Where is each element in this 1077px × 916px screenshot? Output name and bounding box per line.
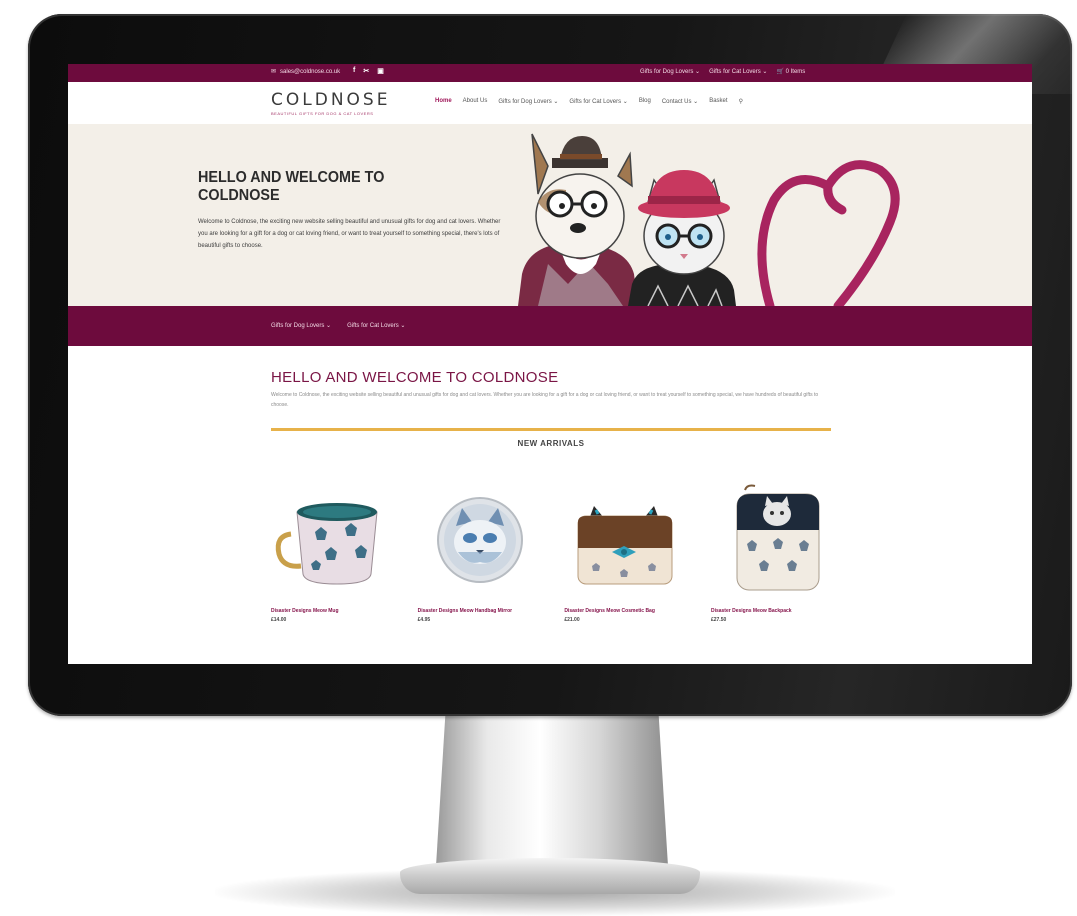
nav-gifts-dog-lovers[interactable]: Gifts for Dog Lovers ⌄: [498, 98, 558, 105]
product-card[interactable]: Disaster Designs Meow Backpack £27.50: [711, 482, 831, 623]
email-text: sales@coldnose.co.uk: [280, 68, 341, 75]
instagram-icon[interactable]: ▣: [377, 67, 384, 75]
monitor-stand-neck: [436, 716, 668, 866]
product-image-mirror[interactable]: [418, 482, 538, 592]
welcome-text: Welcome to Coldnose, the exciting websit…: [271, 392, 819, 408]
top-bar-email[interactable]: ✉ sales@coldnose.co.uk: [271, 68, 341, 76]
product-price: £14.00: [271, 617, 287, 623]
nav-about-us[interactable]: About Us: [463, 98, 488, 105]
product-name[interactable]: Disaster Designs Meow Cosmetic Bag: [564, 608, 684, 615]
welcome-title: HELLO AND WELCOME TO COLDNOSE: [271, 369, 559, 386]
social-links: f ✂ ▣: [353, 67, 384, 75]
hero-title: HELLO AND WELCOME TO COLDNOSE: [198, 169, 385, 204]
top-link-dog-lovers[interactable]: Gifts for Dog Lovers ⌄: [640, 68, 700, 75]
product-name[interactable]: Disaster Designs Meow Backpack: [711, 608, 831, 615]
category-band: Gifts for Dog Lovers ⌄ Gifts for Cat Lov…: [68, 306, 1032, 346]
website-screen: ✉ sales@coldnose.co.uk f ✂ ▣ Gifts for D…: [68, 64, 1032, 664]
product-card[interactable]: Disaster Designs Meow Mug £14.00: [271, 482, 391, 623]
dog-illustration: [518, 133, 638, 306]
main-nav: Home About Us Gifts for Dog Lovers ⌄ Gif…: [435, 98, 743, 105]
top-bar-links: Gifts for Dog Lovers ⌄ Gifts for Cat Lov…: [640, 68, 805, 75]
site-header: COLDNOSE BEAUTIFUL GIFTS FOR DOG & CAT L…: [68, 82, 1032, 124]
nav-blog[interactable]: Blog: [639, 98, 651, 105]
basket-link[interactable]: 🛒 0 Items: [776, 68, 805, 75]
band-link-cat-lovers[interactable]: Gifts for Cat Lovers ⌄: [347, 322, 405, 329]
email-icon: ✉: [271, 69, 277, 75]
cart-icon: 🛒: [776, 69, 784, 75]
logo-text: COLDNOSE: [271, 90, 391, 110]
hero-illustration: [518, 133, 900, 306]
product-name[interactable]: Disaster Designs Meow Handbag Mirror: [418, 608, 538, 615]
product-card[interactable]: Disaster Designs Meow Cosmetic Bag £21.0…: [564, 482, 684, 623]
band-link-dog-lovers[interactable]: Gifts for Dog Lovers ⌄: [271, 322, 331, 329]
product-image-cosmetic-bag[interactable]: [564, 482, 684, 592]
top-bar: ✉ sales@coldnose.co.uk f ✂ ▣ Gifts for D…: [68, 64, 1032, 82]
new-arrivals-heading: NEW ARRIVALS: [517, 439, 585, 448]
product-image-mug[interactable]: [271, 482, 391, 592]
welcome-section: HELLO AND WELCOME TO COLDNOSE Welcome to…: [271, 369, 831, 410]
search-icon[interactable]: ⚲: [739, 98, 743, 105]
hero-text: Welcome to Coldnose, the exciting new we…: [198, 219, 501, 249]
nav-gifts-cat-lovers[interactable]: Gifts for Cat Lovers ⌄: [569, 98, 627, 105]
cat-illustration: [628, 170, 736, 306]
hero-banner: HELLO AND WELCOME TO COLDNOSE Welcome to…: [68, 124, 1032, 306]
nav-contact-us[interactable]: Contact Us ⌄: [662, 98, 698, 105]
logo-tagline: BEAUTIFUL GIFTS FOR DOG & CAT LOVERS: [271, 111, 374, 116]
gold-divider: [271, 428, 831, 431]
product-card[interactable]: Disaster Designs Meow Handbag Mirror £4.…: [418, 482, 538, 623]
product-price: £21.00: [564, 617, 580, 623]
twitter-icon[interactable]: ✂: [363, 67, 369, 75]
product-name[interactable]: Disaster Designs Meow Mug: [271, 608, 391, 615]
product-grid: Disaster Designs Meow Mug £14.00 Disaste…: [271, 482, 831, 623]
product-image-backpack[interactable]: [711, 482, 831, 592]
product-price: £4.95: [417, 617, 431, 623]
site-logo[interactable]: COLDNOSE BEAUTIFUL GIFTS FOR DOG & CAT L…: [271, 90, 390, 116]
nav-basket[interactable]: Basket: [709, 98, 727, 105]
nav-home[interactable]: Home: [435, 98, 452, 105]
facebook-icon[interactable]: f: [353, 67, 355, 75]
top-link-cat-lovers[interactable]: Gifts for Cat Lovers ⌄: [709, 68, 767, 75]
product-price: £27.50: [710, 617, 727, 623]
monitor-stand-base: [400, 858, 700, 894]
